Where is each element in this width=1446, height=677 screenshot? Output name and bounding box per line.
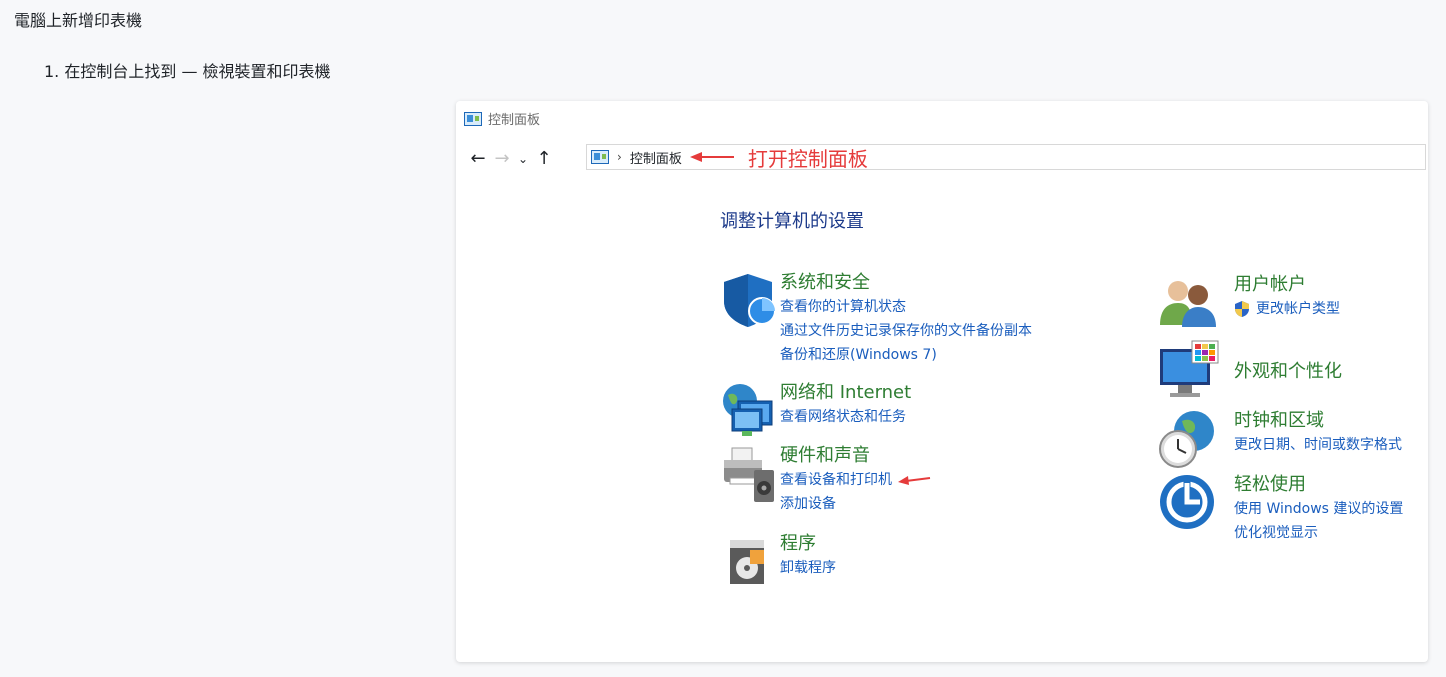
back-arrow-icon[interactable]: ←	[466, 148, 490, 169]
address-bar[interactable]: › 控制面板 打开控制面板	[586, 144, 1426, 171]
category-title[interactable]: 轻松使用	[1234, 473, 1403, 497]
category-network-internet: 网络和 Internet 查看网络状态和任务	[720, 381, 911, 443]
category-programs: 程序 卸载程序	[720, 532, 836, 594]
annotation-arrow-icon	[898, 476, 931, 485]
page-heading: 调整计算机的设置	[720, 211, 864, 232]
network-globe-icon	[723, 384, 773, 436]
programs-icon	[730, 540, 764, 584]
category-clock-region: 时钟和区域 更改日期、时间或数字格式	[1158, 409, 1402, 473]
link-optimize-visual-display[interactable]: 优化视觉显示	[1234, 521, 1403, 545]
appearance-monitor-icon	[1160, 340, 1219, 397]
category-title[interactable]: 系统和安全	[780, 271, 1032, 295]
clock-globe-icon	[1159, 411, 1214, 468]
category-user-accounts: 用户帐户 更改帐户类型	[1158, 273, 1340, 333]
doc-title: 電腦上新增印表機	[14, 11, 143, 30]
step-instruction: 1. 在控制台上找到 — 檢視裝置和印表機	[44, 62, 331, 81]
category-ease-of-access: 轻松使用 使用 Windows 建议的设置 优化视觉显示	[1158, 473, 1403, 545]
address-control-panel-icon	[591, 150, 609, 164]
annotation-arrow-icon	[689, 152, 734, 162]
control-panel-icon	[464, 111, 482, 126]
link-uninstall-program[interactable]: 卸载程序	[780, 556, 836, 580]
category-title[interactable]: 网络和 Internet	[780, 381, 911, 405]
window-title: 控制面板	[488, 113, 541, 128]
category-title[interactable]: 外观和个性化	[1234, 360, 1342, 384]
link-add-device[interactable]: 添加设备	[780, 492, 932, 516]
link-network-status[interactable]: 查看网络状态和任务	[780, 405, 911, 429]
window-titlebar: 控制面板	[464, 109, 540, 128]
link-backup-restore[interactable]: 备份和还原(Windows 7)	[780, 343, 1032, 367]
category-title[interactable]: 程序	[780, 532, 836, 556]
category-system-security: 系统和安全 查看你的计算机状态 通过文件历史记录保存你的文件备份副本 备份和还原…	[720, 271, 1032, 367]
uac-shield-icon	[1235, 301, 1249, 317]
breadcrumb-separator: ›	[617, 150, 622, 164]
link-windows-recommended-settings[interactable]: 使用 Windows 建议的设置	[1234, 497, 1403, 521]
category-title[interactable]: 时钟和区域	[1234, 409, 1402, 433]
printer-icon	[724, 447, 774, 502]
breadcrumb-control-panel[interactable]: 控制面板	[630, 148, 682, 167]
link-file-history-backup[interactable]: 通过文件历史记录保存你的文件备份副本	[780, 319, 1032, 343]
link-view-computer-status[interactable]: 查看你的计算机状态	[780, 295, 1032, 319]
link-change-date-time[interactable]: 更改日期、时间或数字格式	[1234, 433, 1402, 457]
up-arrow-icon[interactable]: ↑	[532, 148, 556, 169]
category-title[interactable]: 硬件和声音	[780, 444, 932, 468]
recent-chevron-icon[interactable]: ⌄	[514, 152, 532, 166]
annotation-open-control-panel: 打开控制面板	[747, 146, 868, 171]
category-appearance: 外观和个性化	[1158, 339, 1342, 405]
link-change-account-type[interactable]: 更改帐户类型	[1256, 297, 1340, 321]
users-icon	[1160, 281, 1216, 327]
forward-arrow-icon[interactable]: →	[490, 148, 514, 169]
category-title[interactable]: 用户帐户	[1234, 273, 1340, 297]
nav-buttons: ← → ⌄ ↑	[466, 148, 556, 169]
ease-of-access-icon	[1160, 475, 1214, 529]
control-panel-screenshot: 控制面板 ← → ⌄ ↑ › 控制面板 打开控制面板 调整计算机的设置 系统和安…	[456, 101, 1428, 662]
shield-icon	[724, 274, 776, 327]
link-view-devices-printers[interactable]: 查看设备和打印机	[780, 468, 892, 492]
category-hardware-sound: 硬件和声音 查看设备和打印机 添加设备	[720, 444, 932, 516]
